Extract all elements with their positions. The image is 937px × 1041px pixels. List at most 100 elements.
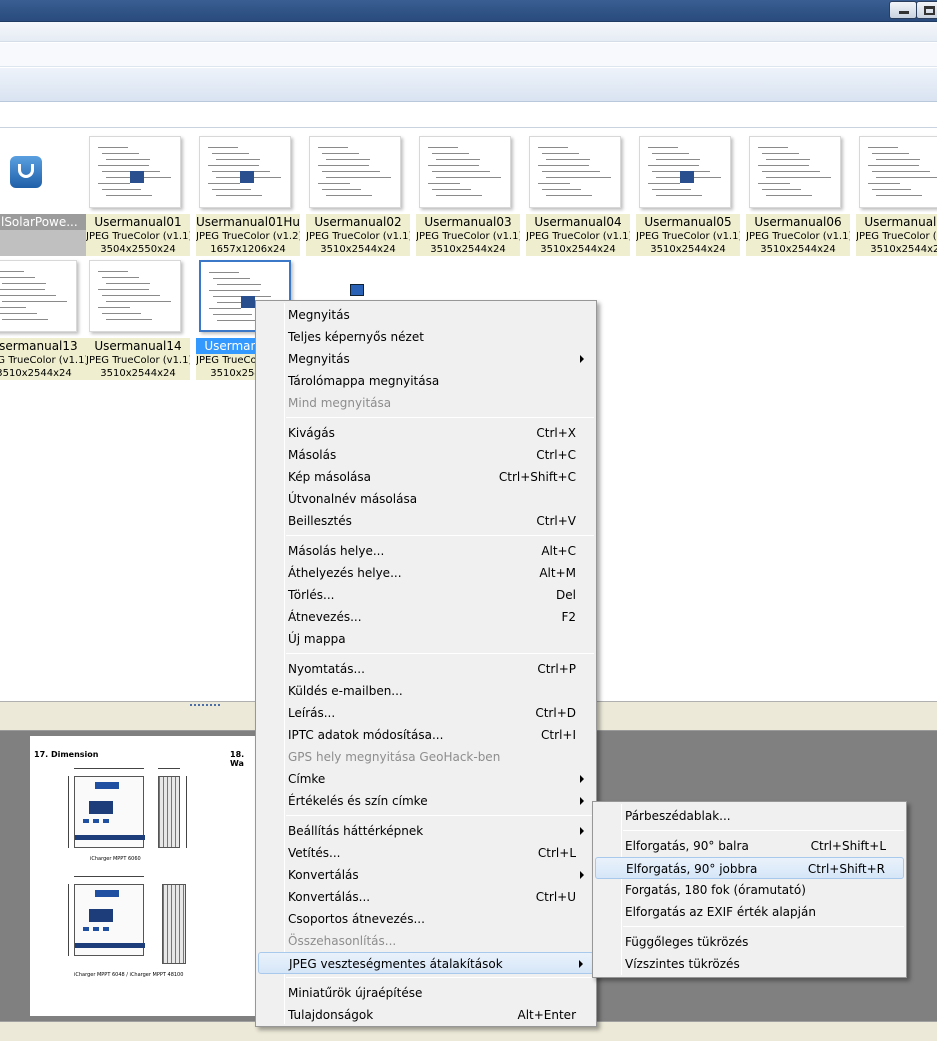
menu-item-label: Vízszintes tükrözés <box>625 957 740 971</box>
menu-item-label: Címke <box>288 772 326 786</box>
menu-item[interactable]: Teljes képernyős nézet <box>258 326 594 348</box>
menu-item[interactable]: Másolás helye... Alt+C <box>258 540 594 562</box>
image-thumbnail[interactable]: Usermanual02 JPEG TrueColor (v1.1) 3510x25… <box>306 136 410 258</box>
menu-item[interactable]: Megnyitás <box>258 348 594 370</box>
folder-thumbnail[interactable]: allSolarPowe... <box>0 136 86 258</box>
menu-item-label: Elforgatás az EXIF érték alapján <box>625 905 816 919</box>
menu-item[interactable]: Tárolómappa megnyitása <box>258 370 594 392</box>
splitter-grip-icon[interactable] <box>190 704 220 708</box>
thumbnail-dimensions: 3510x2544x24 <box>540 244 616 255</box>
thumbnail-dimensions: 3510x2544x24 <box>760 244 836 255</box>
maximize-button[interactable] <box>916 1 937 19</box>
menu-item-label: Vetítés... <box>288 846 341 860</box>
minimize-button[interactable] <box>889 1 917 19</box>
menu-item[interactable]: Csoportos átnevezés... <box>258 908 594 930</box>
menu-item[interactable]: JPEG veszteségmentes átalakítások <box>258 952 594 974</box>
menu-item[interactable]: Párbeszédablak... <box>595 805 904 827</box>
menu-item[interactable]: Összehasonlítás... <box>258 930 594 952</box>
submenu-arrow-icon <box>580 797 584 805</box>
thumbnail-format: JPEG TrueColor (v1.1) <box>746 231 850 242</box>
menu-item[interactable]: Útvonalnév másolása <box>258 488 594 510</box>
device-side-bottom <box>162 884 186 964</box>
menu-item-label: GPS hely megnyitása GeoHack-ben <box>288 750 501 764</box>
context-menu: Megnyitás Teljes képernyős nézet Megnyitás… <box>255 300 597 1027</box>
menu-item[interactable]: Értékelés és szín címke <box>258 790 594 812</box>
menu-item[interactable]: Vetítés... Ctrl+L <box>258 842 594 864</box>
thumbnail-name: Usermanual03 <box>424 215 512 229</box>
image-thumbnail[interactable]: Usermanual04 JPEG TrueColor (v1.1) 3510x25… <box>526 136 630 258</box>
image-thumbnail[interactable]: Usermanual07 JPEG TrueColor (v1.1) 3510x25… <box>856 136 937 258</box>
menu-item[interactable]: Beillesztés Ctrl+V <box>258 510 594 532</box>
image-thumbnail[interactable]: Usermanual01 JPEG TrueColor (v1.1) 3504x25… <box>86 136 190 258</box>
menu-item[interactable]: Mind megnyitása <box>258 392 594 414</box>
menu-item[interactable]: Leírás... Ctrl+D <box>258 702 594 724</box>
menu-item-shortcut: F2 <box>561 610 576 624</box>
thumbnail-image <box>639 136 731 208</box>
thumbnail-format: JPEG TrueColor (v1.1) <box>86 231 190 242</box>
thumbnail-caption: Usermanual03 JPEG TrueColor (v1.1) 3510x25… <box>416 214 520 256</box>
menu-item-label: Másolás helye... <box>288 544 385 558</box>
menu-item[interactable]: Átnevezés... F2 <box>258 606 594 628</box>
image-thumbnail[interactable]: Usermanual06 JPEG TrueColor (v1.1) 3510x25… <box>746 136 850 258</box>
menu-item[interactable]: Forgatás, 180 fok (óramutató) <box>595 879 904 901</box>
menu-item-label: Értékelés és szín címke <box>288 794 428 808</box>
menu-item[interactable]: Megnyitás <box>258 304 594 326</box>
menu-item-label: Összehasonlítás... <box>288 934 397 948</box>
menu-item[interactable]: Új mappa <box>258 628 594 650</box>
menu-item-label: Teljes képernyős nézet <box>288 330 424 344</box>
menu-item[interactable]: IPTC adatok módosítása... Ctrl+I <box>258 724 594 746</box>
menu-item[interactable]: Kép másolása Ctrl+Shift+C <box>258 466 594 488</box>
menu-item[interactable]: Konvertálás... Ctrl+U <box>258 886 594 908</box>
thumbnail-name: Usermanual14 <box>94 339 182 353</box>
menu-item-label: Megnyitás <box>288 308 350 322</box>
menu-item-label: Tulajdonságok <box>288 1008 374 1022</box>
drag-cursor-icon <box>342 282 368 302</box>
image-thumbnail[interactable]: Usermanual01Hu JPEG TrueColor (v1.2) 1657x… <box>196 136 300 258</box>
menu-item-shortcut: Alt+Enter <box>517 1008 576 1022</box>
menu-bar <box>0 22 937 42</box>
thumbnail-format: JPEG TrueColor (v1.1) <box>0 355 86 366</box>
menu-item[interactable]: Vízszintes tükrözés <box>595 953 904 975</box>
menu-item[interactable]: Beállítás háttérképnek <box>258 820 594 842</box>
preview-heading: 17. Dimension <box>34 750 99 759</box>
menu-separator <box>286 535 594 536</box>
image-thumbnail[interactable]: Usermanual13 JPEG TrueColor (v1.1) 3510x25… <box>0 260 86 382</box>
image-thumbnail[interactable]: Usermanual14 JPEG TrueColor (v1.1) 3510x25… <box>86 260 190 382</box>
menu-item-label: Csoportos átnevezés... <box>288 912 425 926</box>
menu-item[interactable]: Másolás Ctrl+C <box>258 444 594 466</box>
menu-item[interactable]: Tulajdonságok Alt+Enter <box>258 1004 594 1026</box>
menu-item[interactable]: Címke <box>258 768 594 790</box>
menu-item[interactable]: Miniatűrök újraépítése <box>258 982 594 1004</box>
menu-item[interactable]: Áthelyezés helye... Alt+M <box>258 562 594 584</box>
menu-item[interactable]: Konvertálás <box>258 864 594 886</box>
menu-item[interactable]: Elforgatás, 90° balra Ctrl+Shift+L <box>595 835 904 857</box>
thumbnail-name: Usermanual01Hu <box>196 215 300 229</box>
menu-item[interactable]: GPS hely megnyitása GeoHack-ben <box>258 746 594 768</box>
menu-item-shortcut: Ctrl+L <box>537 846 576 860</box>
menu-item-label: Küldés e-mailben... <box>288 684 403 698</box>
menu-item-label: Miniatűrök újraépítése <box>288 986 423 1000</box>
menu-item[interactable]: Nyomtatás... Ctrl+P <box>258 658 594 680</box>
thumbnail-caption: Usermanual07 JPEG TrueColor (v1.1) 3510x25… <box>856 214 937 256</box>
menu-item-label: Kivágás <box>288 426 335 440</box>
device-drawing-top <box>74 776 145 848</box>
thumbnail-caption: Usermanual13 JPEG TrueColor (v1.1) 3510x25… <box>0 338 86 380</box>
menu-item[interactable]: Elforgatás, 90° jobbra Ctrl+Shift+R <box>595 857 904 879</box>
thumbnail-dimensions: 3510x2544x24 <box>100 368 176 379</box>
menu-item-label: Leírás... <box>288 706 336 720</box>
menu-item-shortcut: Ctrl+Shift+L <box>810 839 886 853</box>
menu-item[interactable]: Elforgatás az EXIF érték alapján <box>595 901 904 923</box>
menu-item[interactable]: Küldés e-mailben... <box>258 680 594 702</box>
menu-item[interactable]: Kivágás Ctrl+X <box>258 422 594 444</box>
thumbnail-name: Usermanual02 <box>314 215 402 229</box>
image-thumbnail[interactable]: Usermanual05 JPEG TrueColor (v1.1) 3510x25… <box>636 136 740 258</box>
menu-item-shortcut: Alt+M <box>539 566 576 580</box>
toolbar <box>0 43 937 67</box>
image-thumbnail[interactable]: Usermanual03 JPEG TrueColor (v1.1) 3510x25… <box>416 136 520 258</box>
thumbnail-dimensions: 3510x2544x24 <box>650 244 726 255</box>
menu-separator <box>623 830 904 831</box>
menu-item[interactable]: Törlés... Del <box>258 584 594 606</box>
menu-item-label: Elforgatás, 90° balra <box>625 839 749 853</box>
menu-item[interactable]: Függőleges tükrözés <box>595 931 904 953</box>
thumbnail-caption: Usermanual04 JPEG TrueColor (v1.1) 3510x25… <box>526 214 630 256</box>
